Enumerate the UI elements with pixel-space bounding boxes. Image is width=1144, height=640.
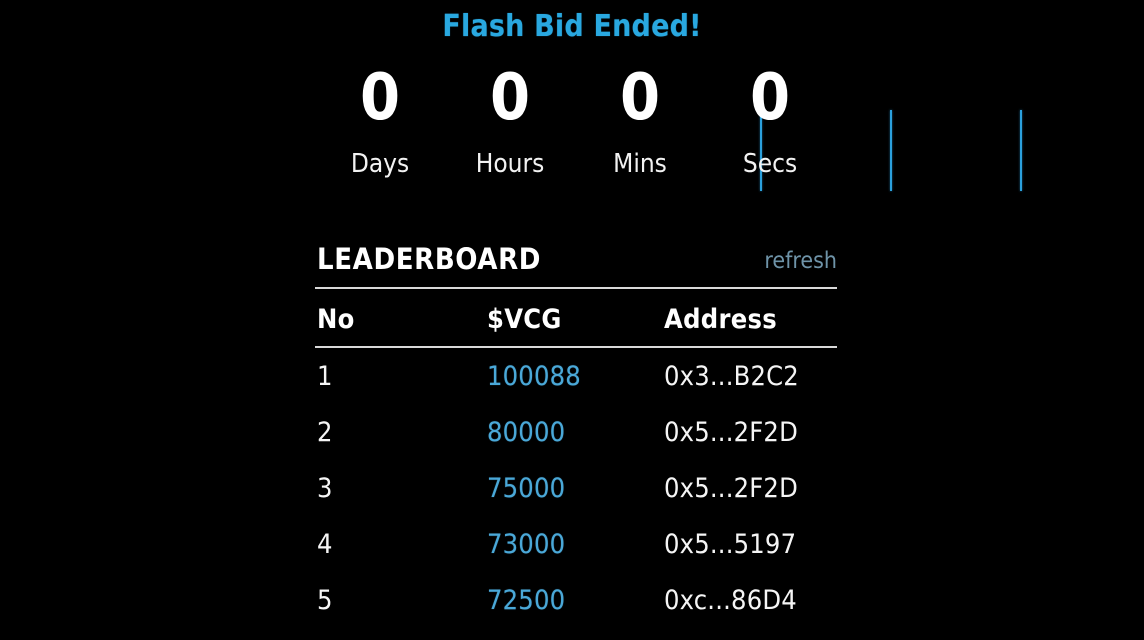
row-address: 0x5...5197	[664, 529, 797, 560]
countdown-mins-value: 0	[619, 61, 661, 135]
countdown-hours-value: 0	[489, 61, 531, 135]
row-rank: 5	[317, 585, 333, 616]
row-vcg: 75000	[487, 473, 566, 504]
row-address: 0x5...2F2D	[664, 473, 798, 504]
countdown-divider-2	[890, 110, 892, 191]
row-address: 0x3...B2C2	[664, 361, 799, 392]
row-address: 0xc...86D4	[664, 585, 797, 616]
flash-bid-status-title: Flash Bid Ended!	[442, 9, 702, 44]
leaderboard-top-rule	[315, 287, 837, 289]
row-address: 0x5...2F2D	[664, 417, 798, 448]
countdown-hours-label: Hours	[475, 149, 545, 179]
countdown-unit-secs: 0 Secs	[705, 52, 835, 187]
countdown-unit-hours: 0 Hours	[445, 52, 575, 187]
countdown-days-value: 0	[359, 61, 401, 135]
countdown-timer: 0 Days 0 Hours 0 Mins 0 Secs	[315, 52, 1022, 191]
countdown-days-label: Days	[350, 149, 410, 179]
row-rank: 3	[317, 473, 333, 504]
column-header-vcg: $VCG	[487, 304, 562, 335]
countdown-secs-label: Secs	[742, 149, 798, 179]
leaderboard-rows: 1 100088 0x3...B2C2 2 80000 0x5...2F2D 3…	[315, 354, 837, 634]
row-vcg: 80000	[487, 417, 566, 448]
row-vcg: 73000	[487, 529, 566, 560]
refresh-button[interactable]: refresh	[764, 246, 837, 276]
leaderboard-title: LEADERBOARD	[317, 242, 542, 276]
row-vcg: 72500	[487, 585, 566, 616]
countdown-mins-label: Mins	[613, 149, 667, 179]
row-rank: 4	[317, 529, 333, 560]
app-background: Flash Bid Ended! 0 Days 0 Hours 0 Mins 0…	[0, 0, 1144, 640]
column-header-no: No	[317, 304, 355, 335]
countdown-unit-days: 0 Days	[315, 52, 445, 187]
table-row: 2 80000 0x5...2F2D	[315, 410, 837, 466]
table-row: 4 73000 0x5...5197	[315, 522, 837, 578]
countdown-secs-value: 0	[749, 61, 791, 135]
countdown-divider-3	[1020, 110, 1022, 191]
row-rank: 1	[317, 361, 333, 392]
leaderboard-panel: LEADERBOARD refresh No $VCG Address 1 10…	[315, 240, 837, 616]
row-rank: 2	[317, 417, 333, 448]
table-row: 1 100088 0x3...B2C2	[315, 354, 837, 410]
leaderboard-column-headers: No $VCG Address	[315, 302, 837, 342]
leaderboard-header: LEADERBOARD refresh	[315, 240, 837, 286]
table-row: 5 72500 0xc...86D4	[315, 578, 837, 634]
column-header-address: Address	[664, 304, 778, 335]
table-row: 3 75000 0x5...2F2D	[315, 466, 837, 522]
countdown-unit-mins: 0 Mins	[575, 52, 705, 187]
row-vcg: 100088	[487, 361, 581, 392]
leaderboard-header-rule	[315, 346, 837, 348]
